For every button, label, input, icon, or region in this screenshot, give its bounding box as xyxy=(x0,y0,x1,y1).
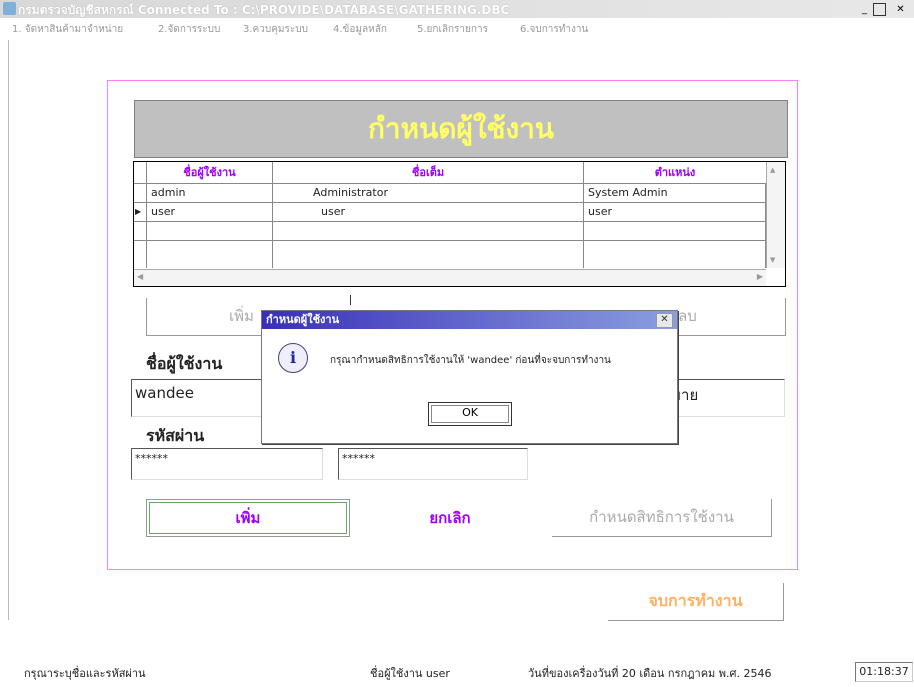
cell-position: user xyxy=(584,203,766,221)
title-bar: กรมตรวจบัญชีสหกรณ์ Connected To : C:\PRO… xyxy=(0,0,914,18)
current-row-marker: ▶ xyxy=(134,203,147,221)
menu-procure[interactable]: 1. จัดหาสินค้ามาจำหน่าย xyxy=(12,22,123,37)
menu-cancel-items[interactable]: 5.ยกเลิกรายการ xyxy=(417,22,488,37)
col-header-fullname[interactable]: ชื่อเต็ม xyxy=(273,162,584,184)
menu-system-control[interactable]: 3.ควบคุมระบบ xyxy=(243,22,308,37)
password-label: รหัสผ่าน xyxy=(146,426,205,445)
cell-username: admin xyxy=(147,184,273,202)
message-dialog: กำหนดผู้ใช้งาน ✕ i กรุณากำหนดสิทธิการใช้… xyxy=(261,310,678,444)
window-border xyxy=(8,40,9,620)
grid-corner xyxy=(134,162,147,184)
cell-fullname: Administrator xyxy=(273,184,584,202)
maximize-button[interactable] xyxy=(873,3,886,16)
app-icon xyxy=(3,2,16,15)
menu-exit[interactable]: 6.จบการทำงาน xyxy=(520,22,588,37)
col-header-position[interactable]: ตำแหน่ง xyxy=(584,162,767,184)
table-row[interactable] xyxy=(134,222,766,241)
col-header-username[interactable]: ชื่อผู้ใช้งาน xyxy=(147,162,273,184)
form-header: กำหนดผู้ใช้งาน xyxy=(134,100,788,158)
table-row[interactable]: ▶ user user user xyxy=(134,203,766,222)
scroll-up-icon[interactable]: ▲ xyxy=(770,166,775,174)
dialog-close-icon[interactable]: ✕ xyxy=(656,313,673,328)
delete-button-behind-label: ลบ xyxy=(678,307,697,325)
grid-horizontal-scrollbar[interactable]: ◀ ▶ xyxy=(134,269,766,286)
users-grid[interactable]: ชื่อผู้ใช้งาน ชื่อเต็ม ตำแหน่ง admin Adm… xyxy=(133,161,786,287)
position-input[interactable]: ยขาย xyxy=(660,379,785,417)
scroll-right-icon[interactable]: ▶ xyxy=(757,272,763,281)
status-user: ชื่อผู้ใช้งาน user xyxy=(370,667,450,680)
username-label: ชื่อผู้ใช้งาน xyxy=(146,354,223,373)
menu-system-manage[interactable]: 2.จัดการระบบ xyxy=(158,22,220,37)
scroll-down-icon[interactable]: ▼ xyxy=(770,256,775,264)
grid-vertical-scrollbar[interactable]: ▲ ▼ xyxy=(766,162,785,268)
window-title: กรมตรวจบัญชีสหกรณ์ Connected To : C:\PRO… xyxy=(18,3,510,17)
add-button-behind-label: เพิ่ม xyxy=(229,307,254,325)
exit-button[interactable]: จบการทำงาน xyxy=(608,583,784,621)
divider xyxy=(350,295,351,305)
password-confirm-input[interactable]: ****** xyxy=(338,448,528,480)
ok-button[interactable]: OK xyxy=(428,402,512,426)
username-input[interactable]: wandee xyxy=(131,379,271,417)
info-icon: i xyxy=(278,343,308,373)
table-row[interactable]: admin Administrator System Admin xyxy=(134,184,766,203)
row-indicator xyxy=(134,184,147,202)
table-row[interactable] xyxy=(134,241,766,268)
cell-position: System Admin xyxy=(584,184,766,202)
permissions-button[interactable]: กำหนดสิทธิการใช้งาน xyxy=(552,499,772,537)
menu-bar: 1. จัดหาสินค้ามาจำหน่าย 2.จัดการระบบ 3.ค… xyxy=(0,20,914,38)
status-date: วันที่ของเครื่องวันที่ 20 เดือน กรกฎาคม … xyxy=(528,667,772,680)
password-input[interactable]: ****** xyxy=(131,448,323,480)
status-prompt: กรุณาระบุชื่อและรหัสผ่าน xyxy=(24,667,146,680)
menu-master-data[interactable]: 4.ข้อมูลหลัก xyxy=(333,22,387,37)
form-title: กำหนดผู้ใช้งาน xyxy=(367,112,555,145)
dialog-title: กำหนดผู้ใช้งาน xyxy=(262,311,677,329)
cell-fullname: user xyxy=(273,203,584,221)
cancel-button[interactable]: ยกเลิก xyxy=(352,499,548,537)
cell-username: user xyxy=(147,203,273,221)
close-button[interactable]: ✕ xyxy=(893,3,908,18)
dialog-message: กรุณากำหนดสิทธิการใช้งานให้ 'wandee' ก่อ… xyxy=(330,355,611,366)
scroll-left-icon[interactable]: ◀ xyxy=(137,272,143,281)
add-button[interactable]: เพิ่ม xyxy=(146,499,350,537)
minimize-button[interactable]: _ xyxy=(857,3,872,18)
status-time: 01:18:37 xyxy=(855,662,913,682)
